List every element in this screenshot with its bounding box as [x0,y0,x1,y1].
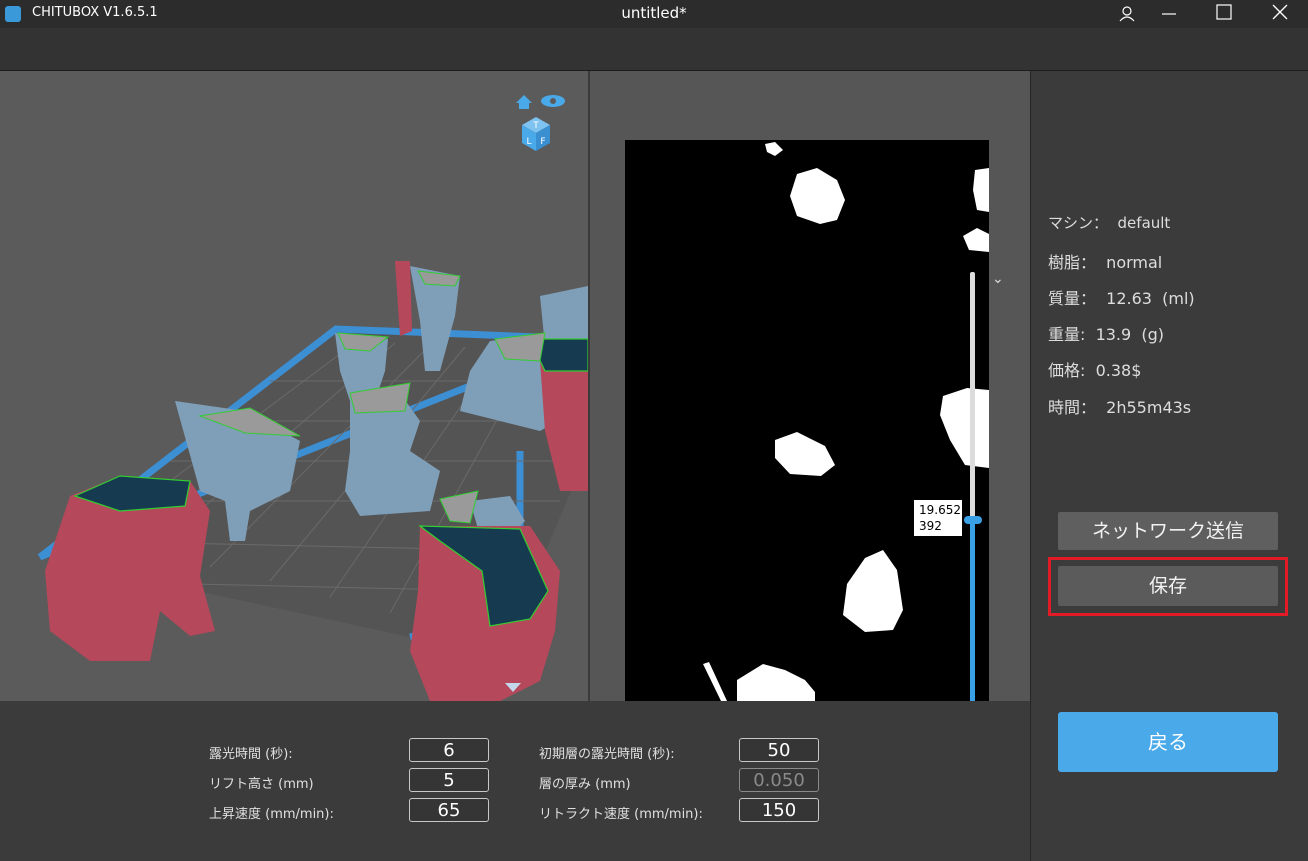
view-cube-icon: T L F [516,95,565,151]
chevron-down-icon[interactable]: ⌄ [992,271,1004,287]
layer-thickness-field [739,768,819,792]
svg-text:L: L [526,137,531,147]
user-icon [1119,6,1135,22]
back-button[interactable]: 戻る [1058,712,1278,772]
print-time-info: 時間： 2h55m43s [1048,398,1192,417]
layer-slider-fill [970,520,975,701]
layer-indicator: 19.652 392 [914,500,962,536]
minimize-button[interactable] [1146,0,1190,28]
svg-text:F: F [540,137,545,147]
weight-info: 重量: 13.9 (g) [1048,325,1165,344]
price-info: 価格: 0.38$ [1048,361,1142,380]
save-button[interactable]: 保存 [1058,566,1278,606]
lift-speed-field[interactable] [409,798,489,822]
retract-speed-label: リトラクト速度 (mm/min): [539,807,703,822]
layer-index-value: 392 [919,519,942,533]
maximize-icon [1216,4,1232,20]
slice-cross-sections [703,142,989,701]
close-icon [1272,4,1288,20]
title-bar: CHITUBOX V1.6.5.1 untitled* [0,0,1308,28]
layer-height-value: 19.652 [919,503,961,517]
bottom-exposure-label: 初期層の露光時間 (秒): [539,747,675,762]
toolbar [0,28,1308,71]
close-button[interactable] [1258,0,1302,28]
machine-info: マシン： default [1048,214,1171,232]
slice-image [625,140,989,701]
home-view-icon [516,95,532,109]
maximize-button[interactable] [1202,0,1246,28]
view-cube-widget[interactable]: T L F [514,91,570,153]
retract-speed-field[interactable] [739,798,819,822]
3d-viewport[interactable]: T L F [0,71,588,701]
lift-height-label: リフト高さ (mm) [209,777,314,792]
bottom-exposure-field[interactable] [739,738,819,762]
resin-info: 樹脂： normal [1048,253,1163,272]
lift-height-field[interactable] [409,768,489,792]
exposure-time-field[interactable] [409,738,489,762]
svg-text:T: T [532,121,539,131]
exposure-time-label: 露光時間 (秒): [209,747,293,762]
network-send-button[interactable]: ネットワーク送信 [1058,512,1278,550]
user-account-button[interactable] [1105,0,1149,28]
minimize-icon [1162,13,1176,15]
slice-preview-pane [590,71,1030,701]
model-scene [37,261,588,701]
volume-info: 質量： 12.63 (ml) [1048,289,1195,308]
layer-thickness-label: 層の厚み (mm) [539,777,631,792]
layer-slider-handle[interactable] [964,516,982,524]
lift-speed-label: 上昇速度 (mm/min): [209,807,334,822]
print-parameters-panel [0,701,1030,861]
